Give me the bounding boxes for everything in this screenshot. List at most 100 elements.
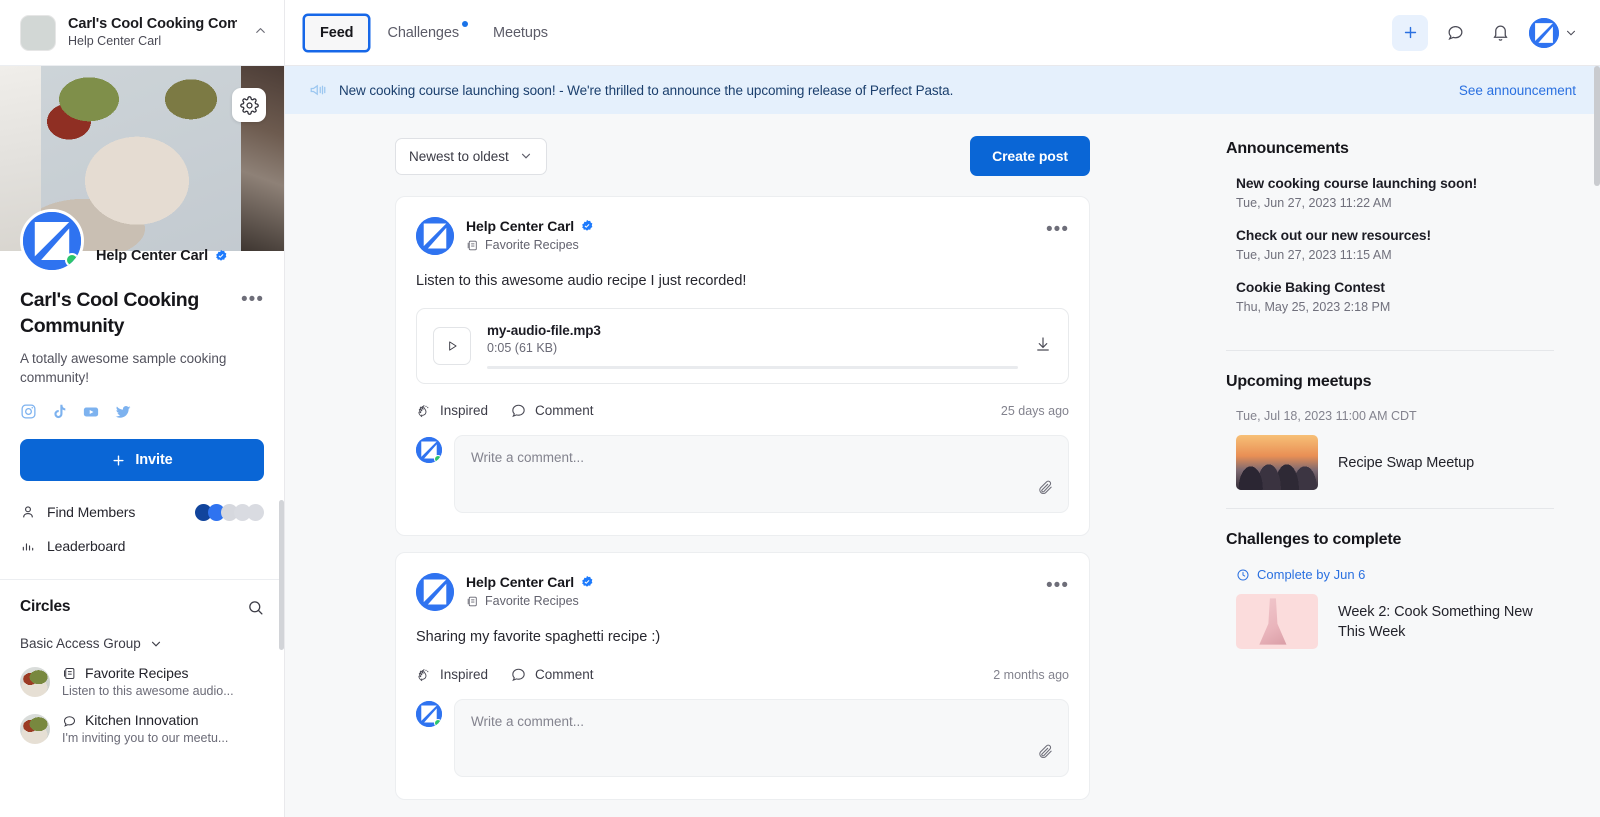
announcement-item[interactable]: Check out our new resources! Tue, Jun 27… bbox=[1226, 228, 1554, 280]
brand-logo-icon bbox=[416, 217, 454, 255]
announcements-title: Announcements bbox=[1226, 140, 1554, 158]
sort-dropdown-label: Newest to oldest bbox=[409, 149, 509, 164]
audio-progress-track[interactable] bbox=[487, 366, 1018, 369]
post-text: Listen to this awesome audio recipe I ju… bbox=[416, 255, 1069, 292]
create-button[interactable] bbox=[1392, 15, 1428, 51]
avatar bbox=[416, 701, 442, 727]
reaction-label: Inspired bbox=[440, 667, 488, 682]
clap-icon bbox=[416, 403, 432, 419]
app-root: Carl's Cool Cooking Com... Help Center C… bbox=[0, 0, 1600, 817]
comment-composer: Write a comment... bbox=[416, 699, 1069, 799]
notifications-button[interactable] bbox=[1482, 15, 1518, 51]
twitter-icon[interactable] bbox=[114, 403, 132, 421]
community-thumbnail bbox=[20, 15, 56, 51]
circle-item-kitchen-innovation[interactable]: Kitchen Innovation I'm inviting you to o… bbox=[0, 698, 284, 745]
post-space-row[interactable]: Favorite Recipes bbox=[466, 238, 1034, 252]
circles-group-toggle[interactable]: Basic Access Group bbox=[0, 616, 284, 651]
brand-logo-icon bbox=[1529, 18, 1559, 48]
meetup-item[interactable]: Recipe Swap Meetup bbox=[1226, 423, 1554, 490]
circle-item-favorite-recipes[interactable]: Favorite Recipes Listen to this awesome … bbox=[0, 651, 284, 698]
challenge-name: Week 2: Cook Something New This Week bbox=[1338, 602, 1554, 642]
member-avatars[interactable] bbox=[195, 504, 264, 521]
tab-label: Challenges bbox=[387, 25, 459, 41]
tab-badge-dot bbox=[462, 21, 468, 27]
announcement-title: New cooking course launching soon! bbox=[1236, 176, 1554, 191]
reaction-button[interactable]: Inspired bbox=[416, 667, 488, 683]
create-post-button[interactable]: Create post bbox=[970, 136, 1090, 176]
comment-button[interactable]: Comment bbox=[510, 402, 594, 419]
avatar[interactable] bbox=[20, 209, 84, 273]
community-switcher-subtitle: Help Center Carl bbox=[68, 33, 237, 50]
comment-button[interactable]: Comment bbox=[510, 666, 594, 683]
comment-input[interactable]: Write a comment... bbox=[454, 699, 1069, 777]
post-space-row[interactable]: Favorite Recipes bbox=[466, 594, 1034, 608]
post-more-options-icon[interactable]: ••• bbox=[1046, 573, 1069, 593]
reaction-button[interactable]: Inspired bbox=[416, 403, 488, 419]
clap-icon bbox=[416, 667, 432, 683]
post-space-name: Favorite Recipes bbox=[485, 238, 579, 252]
sidebar-scrollbar[interactable] bbox=[279, 500, 284, 650]
gear-icon[interactable] bbox=[232, 88, 266, 122]
reaction-label: Inspired bbox=[440, 403, 488, 418]
plus-icon bbox=[1402, 24, 1419, 41]
comment-input[interactable]: Write a comment... bbox=[454, 435, 1069, 513]
sidebar-nav: Find Members Leaderboard bbox=[0, 481, 284, 580]
tab-feed[interactable]: Feed bbox=[305, 16, 368, 50]
post-timestamp: 25 days ago bbox=[1001, 404, 1069, 418]
challenge-item[interactable]: Week 2: Cook Something New This Week bbox=[1226, 582, 1554, 649]
audio-attachment: my-audio-file.mp3 0:05 (61 KB) bbox=[416, 308, 1069, 384]
post-header: Help Center Carl Favorite Recipes bbox=[416, 573, 1069, 611]
announcement-date: Thu, May 25, 2023 2:18 PM bbox=[1236, 300, 1554, 314]
tab-meetups[interactable]: Meetups bbox=[478, 16, 563, 50]
messages-button[interactable] bbox=[1437, 15, 1473, 51]
tab-challenges[interactable]: Challenges bbox=[372, 16, 474, 50]
sidebar-item-find-members[interactable]: Find Members bbox=[20, 495, 264, 529]
post-more-options-icon[interactable]: ••• bbox=[1046, 217, 1069, 237]
tab-label: Meetups bbox=[493, 25, 548, 41]
more-options-icon[interactable]: ••• bbox=[241, 287, 264, 307]
tab-label: Feed bbox=[320, 25, 353, 41]
instagram-icon[interactable] bbox=[20, 403, 37, 420]
online-indicator bbox=[434, 455, 442, 463]
community-switcher-texts: Carl's Cool Cooking Com... Help Center C… bbox=[68, 15, 237, 50]
verified-badge-icon bbox=[214, 249, 228, 263]
tiktok-icon[interactable] bbox=[51, 403, 68, 420]
download-icon[interactable] bbox=[1034, 335, 1052, 358]
play-icon[interactable] bbox=[433, 327, 471, 365]
challenges-title: Challenges to complete bbox=[1226, 531, 1554, 549]
search-icon[interactable] bbox=[247, 599, 264, 616]
avatar bbox=[1529, 18, 1559, 48]
sort-dropdown[interactable]: Newest to oldest bbox=[395, 138, 547, 175]
page-scrollbar[interactable] bbox=[1594, 66, 1600, 186]
circles-title: Circles bbox=[20, 598, 247, 616]
circle-preview: Listen to this awesome audio... bbox=[62, 684, 264, 698]
post-author: Help Center Carl bbox=[466, 574, 574, 590]
meetup-thumbnail bbox=[1236, 435, 1318, 490]
announcement-date: Tue, Jun 27, 2023 11:22 AM bbox=[1236, 196, 1554, 210]
announcement-item[interactable]: New cooking course launching soon! Tue, … bbox=[1226, 176, 1554, 228]
community-header: Carl's Cool Cooking Community ••• bbox=[0, 273, 284, 339]
avatar[interactable] bbox=[416, 217, 454, 255]
post-actions: Inspired Comment 2 months ago bbox=[416, 648, 1069, 699]
post-text: Sharing my favorite spaghetti recipe :) bbox=[416, 611, 1069, 648]
top-bar-actions bbox=[1392, 15, 1578, 51]
challenge-due[interactable]: Complete by Jun 6 bbox=[1226, 567, 1554, 582]
avatar[interactable] bbox=[416, 573, 454, 611]
post-space-name: Favorite Recipes bbox=[485, 594, 579, 608]
community-switcher[interactable]: Carl's Cool Cooking Com... Help Center C… bbox=[0, 0, 284, 66]
attach-file-icon[interactable] bbox=[1037, 479, 1054, 501]
profile-name-row: Help Center Carl bbox=[96, 248, 228, 273]
member-avatar bbox=[247, 504, 264, 521]
attach-file-icon[interactable] bbox=[1037, 743, 1054, 765]
user-menu[interactable] bbox=[1529, 18, 1578, 48]
body-area: Newest to oldest Create post bbox=[285, 114, 1600, 817]
announcement-banner: New cooking course launching soon! - We'… bbox=[285, 66, 1600, 114]
youtube-icon[interactable] bbox=[82, 403, 100, 421]
sidebar-item-leaderboard[interactable]: Leaderboard bbox=[20, 529, 264, 563]
invite-button[interactable]: Invite bbox=[20, 439, 264, 481]
see-announcement-link[interactable]: See announcement bbox=[1459, 83, 1576, 98]
divider bbox=[1226, 508, 1554, 509]
announcement-item[interactable]: Cookie Baking Contest Thu, May 25, 2023 … bbox=[1226, 280, 1554, 332]
post-card: Help Center Carl Favorite Recipes bbox=[395, 196, 1090, 536]
chevron-up-icon[interactable] bbox=[253, 23, 268, 43]
